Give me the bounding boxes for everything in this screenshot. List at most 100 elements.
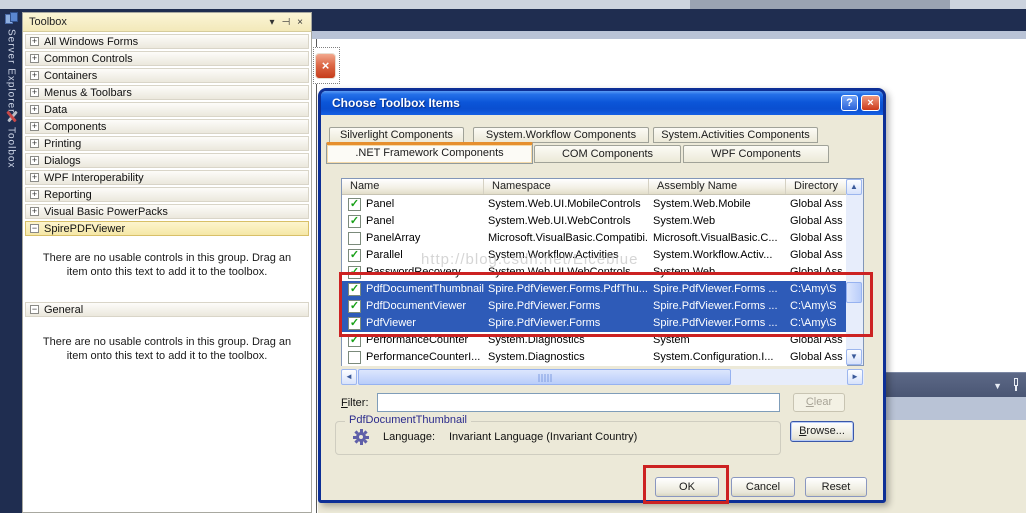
expand-icon[interactable] xyxy=(30,156,39,165)
pin-icon[interactable] xyxy=(1010,378,1022,392)
toolbox-category-general[interactable]: General xyxy=(25,302,309,317)
dialog-titlebar[interactable]: Choose Toolbox Items ? × xyxy=(321,91,883,115)
checkbox-checked-icon[interactable] xyxy=(348,198,361,211)
collapse-icon[interactable] xyxy=(30,305,39,314)
expand-icon[interactable] xyxy=(30,71,39,80)
sidebar-item-server-explorer[interactable]: Server Explorer xyxy=(1,12,21,113)
table-row[interactable]: PanelSystem.Web.UI.MobileControlsSystem.… xyxy=(342,196,847,213)
choose-toolbox-items-dialog: Choose Toolbox Items ? × Silverlight Com… xyxy=(318,88,886,503)
directory-cell: Global Ass xyxy=(786,332,847,349)
vertical-scrollbar-thumb[interactable] xyxy=(846,282,862,303)
toolbox-category-printing[interactable]: Printing xyxy=(25,136,309,151)
table-row[interactable]: PanelSystem.Web.UI.WebControlsSystem.Web… xyxy=(342,213,847,230)
table-row[interactable]: PdfDocumentThumbnailSpire.PdfViewer.Form… xyxy=(342,281,847,298)
scroll-down-icon[interactable]: ▼ xyxy=(846,349,862,365)
clear-button[interactable]: Clear xyxy=(793,393,845,412)
sidebar-item-label: Server Explorer xyxy=(6,29,17,113)
close-icon[interactable]: × xyxy=(293,17,307,28)
scroll-up-icon[interactable]: ▲ xyxy=(846,179,862,195)
tab--net-framework-components[interactable]: .NET Framework Components xyxy=(326,142,533,164)
checkbox-checked-icon[interactable] xyxy=(348,266,361,279)
expand-icon[interactable] xyxy=(30,122,39,131)
checkbox-checked-icon[interactable] xyxy=(348,334,361,347)
right-panel-band xyxy=(886,397,1026,420)
ok-button[interactable]: OK xyxy=(655,477,719,497)
checkbox-unchecked-icon[interactable] xyxy=(348,232,361,245)
expand-icon[interactable] xyxy=(30,173,39,182)
toolbox-category-all-windows-forms[interactable]: All Windows Forms xyxy=(25,34,309,49)
tab-system-activities-components[interactable]: System.Activities Components xyxy=(653,127,818,143)
chevron-down-icon[interactable]: ▼ xyxy=(993,381,1002,391)
expand-icon[interactable] xyxy=(30,88,39,97)
category-label: Data xyxy=(44,104,67,116)
table-row[interactable]: PerformanceCounterSystem.DiagnosticsSyst… xyxy=(342,332,847,349)
expand-icon[interactable] xyxy=(30,139,39,148)
checkbox-checked-icon[interactable] xyxy=(348,215,361,228)
column-header-directory[interactable]: Directory xyxy=(786,179,847,194)
column-header-namespace[interactable]: Namespace xyxy=(484,179,649,194)
toolbox-category-menus-toolbars[interactable]: Menus & Toolbars xyxy=(25,85,309,100)
expand-icon[interactable] xyxy=(30,190,39,199)
checkbox-unchecked-icon[interactable] xyxy=(348,351,361,364)
checkbox-checked-icon[interactable] xyxy=(348,300,361,313)
directory-cell: Global Ass xyxy=(786,230,847,247)
table-row[interactable]: PerformanceCounterI...System.Diagnostics… xyxy=(342,349,847,366)
vertical-scrollbar[interactable]: ▲ ▼ xyxy=(846,179,863,365)
name-cell: Panel xyxy=(342,196,484,213)
toolbox-category-wpf-interoperability[interactable]: WPF Interoperability xyxy=(25,170,309,185)
help-icon[interactable]: ? xyxy=(841,95,858,111)
expand-icon[interactable] xyxy=(30,54,39,63)
component-name: PdfDocumentViewer xyxy=(366,298,466,315)
horizontal-scrollbar[interactable]: ◄ ► xyxy=(341,369,864,385)
toolbox-category-reporting[interactable]: Reporting xyxy=(25,187,309,202)
toolbox-empty-group-text: There are no usable controls in this gro… xyxy=(31,335,303,363)
reset-button[interactable]: Reset xyxy=(805,477,867,497)
close-icon[interactable]: × xyxy=(861,95,880,111)
checkbox-checked-icon[interactable] xyxy=(348,283,361,296)
scroll-right-icon[interactable]: ► xyxy=(847,369,863,385)
toolbox-category-visual-basic-powerpacks[interactable]: Visual Basic PowerPacks xyxy=(25,204,309,219)
component-name: PdfViewer xyxy=(366,315,416,332)
cancel-button[interactable]: Cancel xyxy=(731,477,795,497)
window-position-icon[interactable]: ▾ xyxy=(265,17,279,28)
assembly-cell: System.Web xyxy=(649,213,786,230)
toolbox-category-spirepdfviewer[interactable]: SpirePDFViewer xyxy=(25,221,309,236)
tab-wpf-components[interactable]: WPF Components xyxy=(683,145,829,163)
checkbox-checked-icon[interactable] xyxy=(348,317,361,330)
category-label: Printing xyxy=(44,138,81,150)
component-name: Parallel xyxy=(366,247,403,264)
category-label: Reporting xyxy=(44,189,92,201)
expand-icon[interactable] xyxy=(30,207,39,216)
filter-input[interactable] xyxy=(377,393,780,412)
table-row[interactable]: PdfViewerSpire.PdfViewer.FormsSpire.PdfV… xyxy=(342,315,847,332)
toolbox-category-containers[interactable]: Containers xyxy=(25,68,309,83)
toolbox-category-data[interactable]: Data xyxy=(25,102,309,117)
auto-hide-pin-icon[interactable]: ⊣ xyxy=(279,17,293,28)
column-header-assembly-name[interactable]: Assembly Name xyxy=(649,179,786,194)
toolbox-panel: Toolbox ▾ ⊣ × All Windows FormsCommon Co… xyxy=(22,12,312,513)
tab-system-workflow-components[interactable]: System.Workflow Components xyxy=(473,127,649,143)
table-row[interactable]: PdfDocumentViewerSpire.PdfViewer.FormsSp… xyxy=(342,298,847,315)
tab-silverlight-components[interactable]: Silverlight Components xyxy=(329,127,464,143)
table-row[interactable]: PanelArrayMicrosoft.VisualBasic.Compatib… xyxy=(342,230,847,247)
tab-com-components[interactable]: COM Components xyxy=(534,145,681,163)
hidden-window-close-button[interactable]: × xyxy=(315,53,336,79)
browse-button[interactable]: Browse... xyxy=(790,421,854,442)
directory-cell: Global Ass xyxy=(786,213,847,230)
column-header-name[interactable]: Name xyxy=(342,179,484,194)
checkbox-checked-icon[interactable] xyxy=(348,249,361,262)
toolbox-category-components[interactable]: Components xyxy=(25,119,309,134)
collapse-icon[interactable] xyxy=(30,224,39,233)
component-name: PanelArray xyxy=(366,230,420,247)
language-value: Invariant Language (Invariant Country) xyxy=(449,431,637,443)
toolbox-category-dialogs[interactable]: Dialogs xyxy=(25,153,309,168)
expand-icon[interactable] xyxy=(30,37,39,46)
horizontal-scrollbar-thumb[interactable] xyxy=(358,369,731,385)
toolbox-category-common-controls[interactable]: Common Controls xyxy=(25,51,309,66)
watermark-text: http://blog.csdn.net/Eiceblue xyxy=(421,251,638,268)
language-label: Language: xyxy=(383,431,435,443)
expand-icon[interactable] xyxy=(30,105,39,114)
top-strip-dark-segment xyxy=(690,0,950,9)
scroll-left-icon[interactable]: ◄ xyxy=(341,369,357,385)
sidebar-item-toolbox[interactable]: Toolbox xyxy=(1,110,21,168)
